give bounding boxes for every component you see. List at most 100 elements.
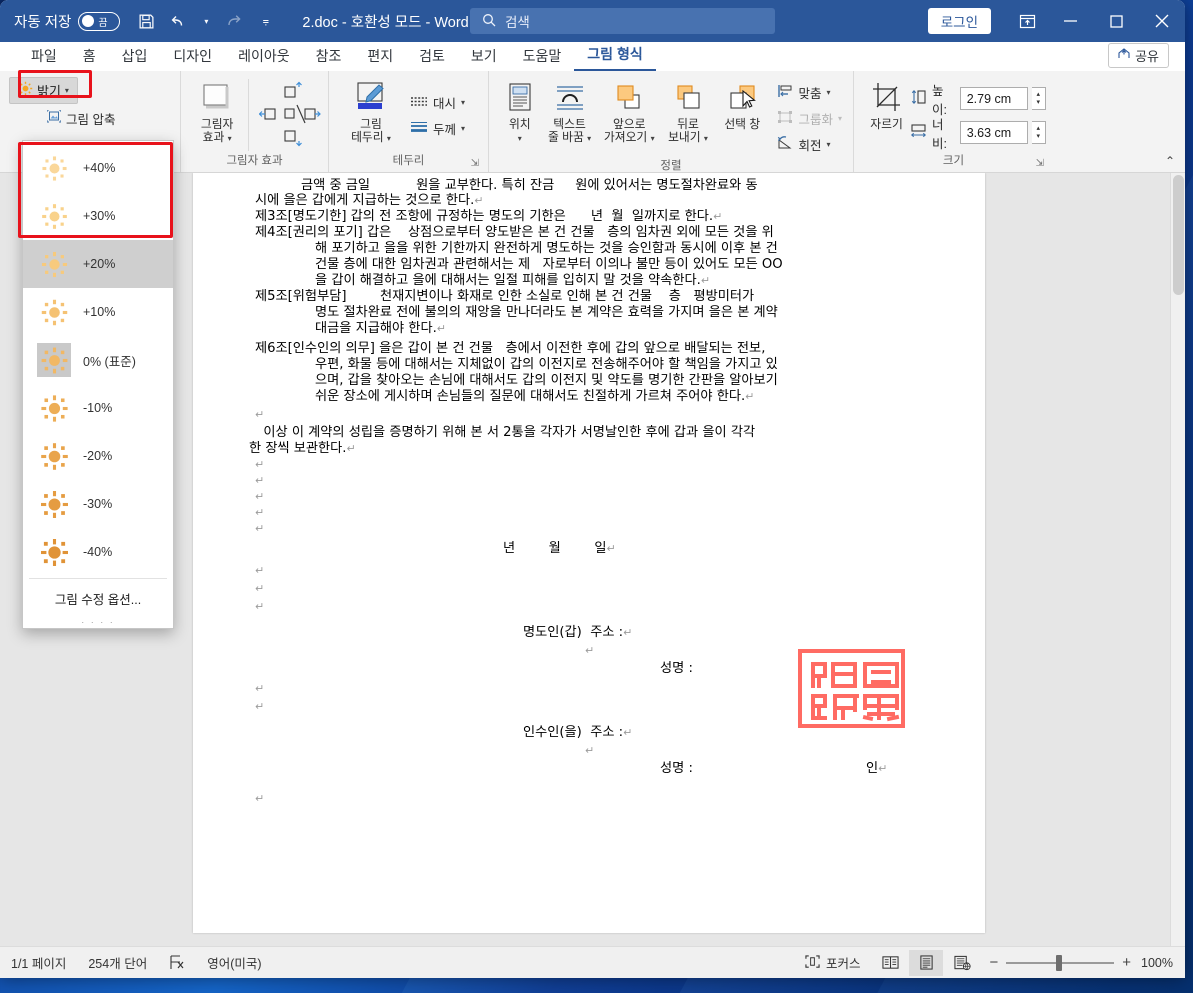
height-stepper[interactable]: ▴ ▾ bbox=[1031, 87, 1046, 110]
autosave-toggle[interactable]: 끔 bbox=[78, 11, 121, 31]
tab-design[interactable]: 디자인 bbox=[160, 46, 225, 71]
crop-button[interactable]: 자르기 bbox=[867, 77, 906, 131]
sun-icon bbox=[37, 151, 71, 185]
size-group-label: 크기 ⇲ bbox=[942, 155, 1044, 169]
border-dialog-launcher[interactable]: ⇲ bbox=[471, 158, 479, 169]
search-input[interactable]: 검색 bbox=[470, 8, 775, 34]
proofing-errors-icon[interactable] bbox=[158, 955, 196, 970]
brightness-gallery-dropdown[interactable]: +40% +30% +20% +10% 0% (표준) -10% -20% -3… bbox=[22, 140, 174, 629]
document-body[interactable]: 금액 중 금일 원을 교부한다. 특히 잔금 원에 있어서는 명도절차완료와 동… bbox=[193, 173, 985, 933]
read-mode-icon[interactable] bbox=[873, 950, 907, 976]
size-dialog-launcher[interactable]: ⇲ bbox=[1036, 158, 1044, 169]
zoom-track[interactable] bbox=[1006, 954, 1115, 971]
close-icon[interactable] bbox=[1139, 0, 1185, 42]
word-count[interactable]: 254개 단어 bbox=[77, 953, 158, 972]
width-input[interactable]: 3.63 cm bbox=[959, 121, 1028, 144]
red-seal-stamp[interactable] bbox=[798, 649, 905, 728]
border-dash-button[interactable]: 대시 ▾ bbox=[406, 90, 469, 116]
brightness-option-label: +40% bbox=[83, 161, 116, 175]
tab-layout[interactable]: 레이아웃 bbox=[225, 46, 303, 71]
paragraph-mark-icon: ↵ bbox=[346, 442, 356, 455]
minimize-icon[interactable] bbox=[1047, 0, 1093, 42]
width-stepper[interactable]: ▴ ▾ bbox=[1031, 121, 1046, 144]
brightness-option-label: -20% bbox=[83, 449, 113, 463]
tab-review[interactable]: 검토 bbox=[406, 46, 458, 71]
document-line-text: 이상 이 계약의 성립을 증명하기 위해 본 서 2통을 각자가 서명날인한 후… bbox=[255, 425, 756, 440]
sun-icon bbox=[37, 487, 71, 521]
save-icon[interactable] bbox=[132, 7, 161, 35]
scrollbar-thumb[interactable] bbox=[1173, 175, 1184, 295]
undo-icon[interactable] bbox=[164, 7, 193, 35]
border-weight-button[interactable]: 두께 ▾ bbox=[406, 116, 469, 142]
shadow-effects-button[interactable]: 그림자 효과 ▾ bbox=[196, 77, 238, 145]
tab-picture-format[interactable]: 그림 형식 bbox=[574, 44, 656, 71]
brightness-option-plus40[interactable]: +40% bbox=[23, 144, 173, 192]
tab-references[interactable]: 참조 bbox=[303, 46, 355, 71]
print-layout-icon[interactable] bbox=[909, 949, 944, 976]
login-button[interactable]: 로그인 bbox=[927, 8, 991, 34]
document-line: 제3조[명도기한] 갑의 전 조항에 규정하는 명도의 기한은 년 월 일까지로… bbox=[255, 209, 722, 224]
rotate-button[interactable]: 회전 ▾ bbox=[773, 131, 846, 157]
brightness-button[interactable]: 밝기 ▾ bbox=[9, 76, 78, 104]
brightness-option-plus10[interactable]: +10% bbox=[23, 288, 173, 336]
shape-width-control[interactable]: 너비: 3.63 cm ▴ ▾ bbox=[910, 118, 1046, 151]
zoom-in-icon[interactable]: + bbox=[1122, 954, 1131, 971]
document-canvas[interactable]: 금액 중 금일 원을 교부한다. 특히 잔금 원에 있어서는 명도절차완료와 동… bbox=[0, 173, 1185, 946]
bring-forward-button[interactable]: 앞으로 가져오기 ▾ bbox=[600, 77, 659, 145]
redo-icon[interactable] bbox=[219, 7, 248, 35]
tab-file[interactable]: 파일 bbox=[18, 46, 70, 71]
zoom-out-icon[interactable]: − bbox=[989, 954, 998, 971]
document-line: 건물 층에 대한 임차권과 관련해서는 제 자로부터 이의나 불만 등이 있어도… bbox=[315, 257, 783, 272]
tab-insert[interactable]: 삽입 bbox=[109, 46, 161, 71]
undo-dropdown-icon[interactable]: ▾ bbox=[196, 7, 216, 35]
tab-view[interactable]: 보기 bbox=[458, 46, 510, 71]
brightness-option-plus30[interactable]: +30% bbox=[23, 192, 173, 240]
selection-pane-button[interactable]: 선택 창 bbox=[717, 77, 767, 131]
quick-access-toolbar: ▾ ⩦ bbox=[132, 7, 280, 35]
autosave-control[interactable]: 자동 저장 끔 bbox=[14, 11, 121, 32]
document-line: ↵ bbox=[255, 489, 264, 504]
group-objects-icon bbox=[777, 110, 793, 127]
compress-picture-icon bbox=[46, 109, 62, 126]
height-input[interactable]: 2.79 cm bbox=[959, 87, 1028, 110]
tab-home[interactable]: 홈 bbox=[70, 46, 109, 71]
brightness-option-minus30[interactable]: -30% bbox=[23, 480, 173, 528]
zoom-level[interactable]: 100% bbox=[1141, 956, 1179, 970]
document-line-text: 쉬운 장소에 게시하며 손님들의 질문에 대해서도 친절하게 가르쳐 주어야 한… bbox=[315, 389, 746, 404]
page-info[interactable]: 1/1 페이지 bbox=[0, 953, 77, 972]
brightness-option-minus10[interactable]: -10% bbox=[23, 384, 173, 432]
shape-height-control[interactable]: 높이: 2.79 cm ▴ ▾ bbox=[910, 84, 1046, 117]
align-button[interactable]: 맞춤 ▾ bbox=[773, 79, 846, 105]
height-icon bbox=[910, 89, 928, 108]
ribbon-display-options-icon[interactable] bbox=[1007, 0, 1047, 42]
zoom-slider[interactable]: − + bbox=[981, 954, 1139, 971]
vertical-scrollbar[interactable] bbox=[1170, 173, 1185, 946]
document-page[interactable]: 금액 중 금일 원을 교부한다. 특히 잔금 원에 있어서는 명도절차완료와 동… bbox=[193, 173, 985, 933]
document-line: ↵ bbox=[585, 743, 594, 758]
brightness-option-plus20[interactable]: +20% bbox=[23, 240, 173, 288]
collapse-ribbon-icon[interactable]: ⌃ bbox=[1165, 154, 1175, 168]
tab-help[interactable]: 도움말 bbox=[510, 46, 575, 71]
height-label: 높이: bbox=[932, 83, 948, 117]
shadow-nudge-pad[interactable] bbox=[258, 81, 321, 151]
dropdown-grip[interactable]: · · · · bbox=[23, 615, 173, 628]
compress-picture-button[interactable]: 그림 압축 bbox=[9, 105, 119, 131]
picture-border-label: 그림 테두리 ▾ bbox=[351, 117, 391, 144]
maximize-icon[interactable] bbox=[1093, 0, 1139, 42]
picture-border-button[interactable]: 그림 테두리 ▾ bbox=[342, 77, 400, 145]
brightness-option-standard[interactable]: 0% (표준) bbox=[23, 336, 173, 384]
wrap-text-button[interactable]: 텍스트 줄 바꿈 ▾ bbox=[542, 77, 598, 145]
zoom-thumb[interactable] bbox=[1056, 954, 1063, 971]
share-button[interactable]: 공유 bbox=[1108, 43, 1169, 68]
brightness-option-minus20[interactable]: -20% bbox=[23, 432, 173, 480]
tab-mailings[interactable]: 편지 bbox=[354, 46, 406, 71]
focus-mode-button[interactable]: 포커스 bbox=[794, 953, 872, 972]
picture-corrections-options-item[interactable]: 그림 수정 옵션... bbox=[23, 581, 173, 615]
brightness-option-minus40[interactable]: -40% bbox=[23, 528, 173, 576]
customize-quick-access-icon[interactable]: ⩦ bbox=[251, 7, 280, 35]
language-indicator[interactable]: 영어(미국) bbox=[196, 953, 272, 972]
send-backward-button[interactable]: 뒤로 보내기 ▾ bbox=[661, 77, 715, 145]
brightness-label: 밝기 bbox=[37, 83, 61, 99]
position-button[interactable]: 위치 ▾ bbox=[500, 77, 540, 145]
web-layout-icon[interactable] bbox=[945, 950, 979, 976]
